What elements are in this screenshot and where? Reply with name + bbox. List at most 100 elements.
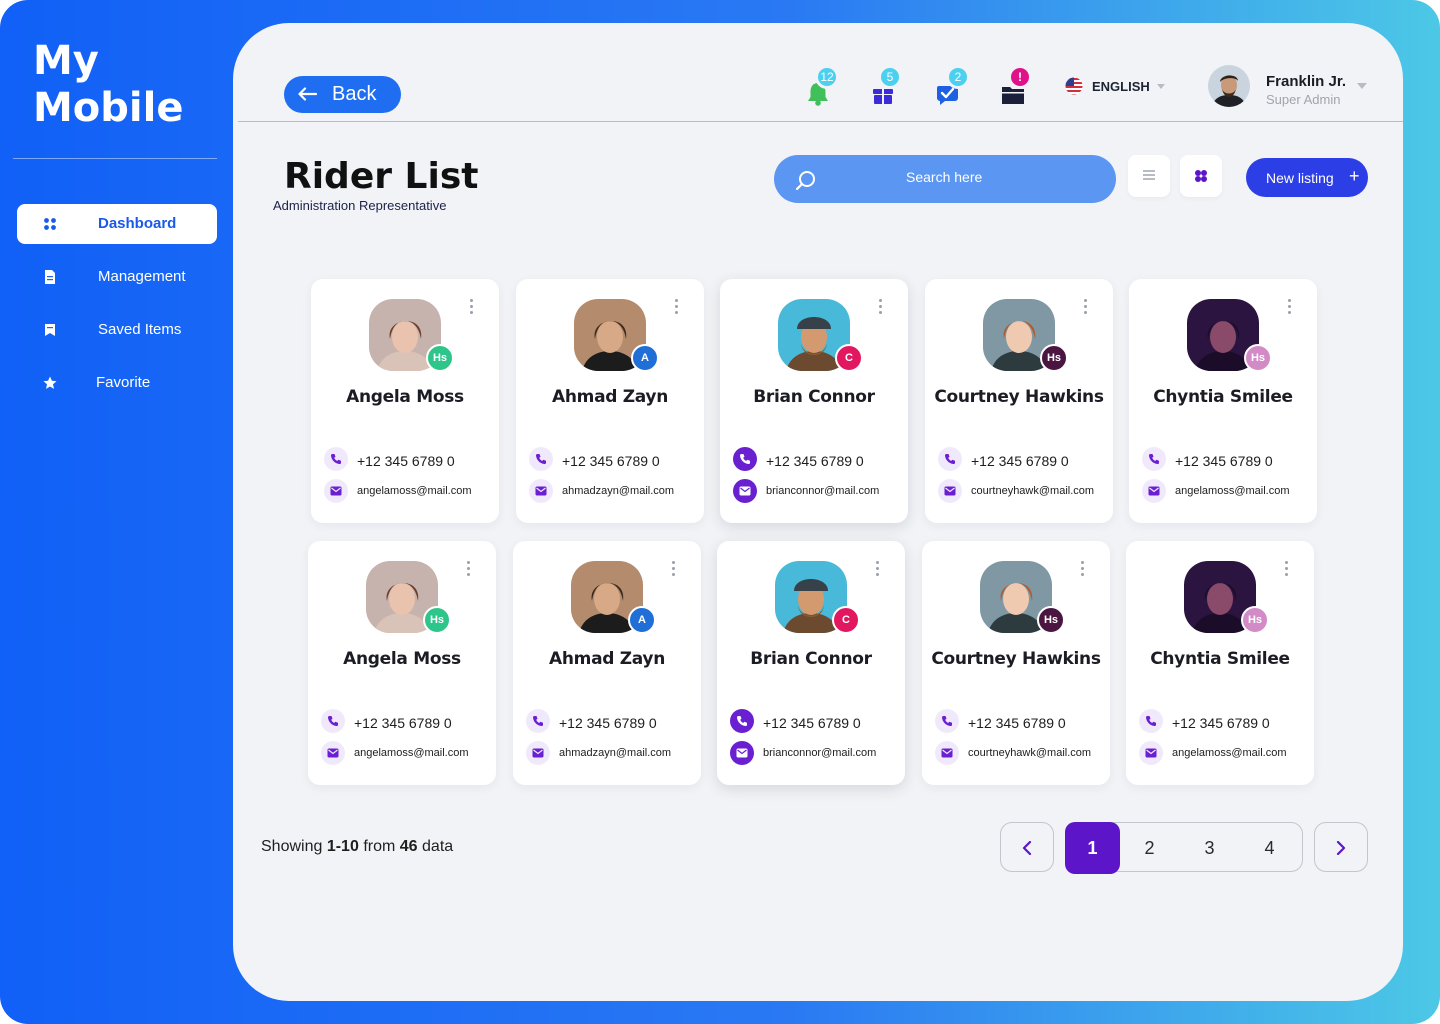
rider-email: ahmadzayn@mail.com [562,485,675,497]
main-panel: Back 12 5 2 ! ENGLISH Franklin Jr. Super… [233,23,1403,1001]
chevron-left-icon [1022,841,1032,855]
rider-email: angelamoss@mail.com [1172,747,1287,759]
page-button-3[interactable]: 3 [1182,823,1237,873]
search-placeholder: Search here [906,169,983,185]
rider-name: Angela Moss [343,649,461,669]
rider-phone: +12 345 6789 0 [559,715,657,731]
more-options-icon[interactable] [466,561,472,577]
list-icon [1143,170,1155,180]
rider-name: Ahmad Zayn [549,649,665,669]
files-button[interactable]: ! [998,65,1032,108]
language-label: ENGLISH [1092,78,1150,94]
phone-icon[interactable] [526,709,550,733]
gifts-button[interactable]: 5 [868,65,902,108]
phone-icon[interactable] [321,709,345,733]
rider-name: Brian Connor [753,387,875,407]
mail-icon[interactable] [526,741,550,765]
more-options-icon[interactable] [1284,561,1290,577]
user-role: Super Admin [1266,92,1341,107]
user-name: Franklin Jr. [1266,73,1347,90]
showing-data-word: data [422,838,454,855]
user-avatar-image [1208,65,1250,107]
rider-card[interactable]: Hs Chyntia Smilee +12 345 6789 0 angelamoss… [1129,279,1317,523]
rider-card[interactable]: Hs Courtney Hawkins +12 345 6789 0 courtney… [925,279,1113,523]
rider-card[interactable]: Hs Angela Moss +12 345 6789 0 angelamoss@ma… [308,541,496,785]
next-page-button[interactable] [1314,822,1368,872]
rider-card[interactable]: A Ahmad Zayn +12 345 6789 0 ahmadzayn@mail.… [513,541,701,785]
rider-tag-badge: C [835,344,863,372]
mail-icon[interactable] [529,479,553,503]
showing-total: 46 [399,838,418,855]
rider-email: courtneyhawk@mail.com [971,485,1095,497]
sidebar-divider [13,158,217,159]
rider-email: angelamoss@mail.com [354,747,469,759]
rider-card[interactable]: Hs Courtney Hawkins +12 345 6789 0 courtney… [922,541,1110,785]
arrow-left-icon [298,87,317,101]
page-button-4[interactable]: 4 [1242,823,1297,873]
new-listing-button[interactable]: New listing + [1246,158,1368,197]
brand-line-2: Mobile [33,85,184,131]
sidebar-item-favorite[interactable]: Favorite [17,363,217,403]
sidebar-item-dashboard[interactable]: Dashboard [17,204,217,244]
mail-icon[interactable] [1139,741,1163,765]
page-button-2[interactable]: 2 [1122,823,1177,873]
back-button[interactable]: Back [284,76,401,113]
phone-icon[interactable] [730,709,754,733]
language-selector[interactable]: ENGLISH [1065,76,1165,96]
rider-card[interactable]: C Brian Connor +12 345 6789 0 brianconnor@m… [720,279,908,523]
rider-name: Courtney Hawkins [931,649,1101,669]
notifications-button[interactable]: 12 [803,65,839,108]
search-input[interactable]: Search here [774,155,1116,203]
showing-prefix: Showing [261,838,323,855]
brand-line-1: My [33,38,99,84]
more-options-icon[interactable] [1287,299,1293,315]
rider-card[interactable]: Hs Chyntia Smilee +12 345 6789 0 angelamoss… [1126,541,1314,785]
rider-tag-badge: Hs [1040,344,1068,372]
mail-icon[interactable] [935,741,959,765]
page-button-1[interactable]: 1 [1065,822,1120,874]
grid-view-button[interactable] [1180,155,1222,197]
prev-page-button[interactable] [1000,822,1054,872]
more-options-icon[interactable] [469,299,475,315]
more-options-icon[interactable] [671,561,677,577]
more-options-icon[interactable] [1083,299,1089,315]
bookmark-icon [45,324,55,336]
phone-icon[interactable] [733,447,757,471]
pagination-pages: 1 2 3 4 [1065,822,1303,874]
rider-email: brianconnor@mail.com [763,747,877,759]
rider-card[interactable]: C Brian Connor +12 345 6789 0 brianconnor@m… [717,541,905,785]
sidebar-item-management[interactable]: Management [17,257,217,297]
phone-icon[interactable] [1142,447,1166,471]
sidebar-item-saved-items[interactable]: Saved Items [17,310,217,350]
phone-icon[interactable] [324,447,348,471]
mail-icon[interactable] [321,741,345,765]
chevron-right-icon [1336,841,1346,855]
phone-icon[interactable] [938,447,962,471]
rider-tag-badge: Hs [426,344,454,372]
mail-icon[interactable] [938,479,962,503]
sidebar-item-label: Saved Items [98,321,182,338]
messages-button[interactable]: 2 [933,65,970,108]
rider-card[interactable]: Hs Angela Moss +12 345 6789 0 angelamoss@ma… [311,279,499,523]
rider-email: ahmadzayn@mail.com [559,747,672,759]
user-avatar[interactable] [1208,65,1250,107]
rider-phone: +12 345 6789 0 [1175,453,1273,469]
rider-name: Chyntia Smilee [1153,387,1293,407]
rider-card[interactable]: A Ahmad Zayn +12 345 6789 0 ahmadzayn@mail.… [516,279,704,523]
mail-icon[interactable] [1142,479,1166,503]
phone-icon[interactable] [935,709,959,733]
mail-icon[interactable] [730,741,754,765]
mail-icon[interactable] [324,479,348,503]
chevron-down-icon[interactable] [1357,83,1367,89]
mail-icon[interactable] [733,479,757,503]
document-icon [45,270,55,284]
phone-icon[interactable] [529,447,553,471]
more-options-icon[interactable] [1080,561,1086,577]
sidebar-item-label: Favorite [96,374,151,391]
more-options-icon[interactable] [875,561,881,577]
phone-icon[interactable] [1139,709,1163,733]
list-view-button[interactable] [1128,155,1170,197]
more-options-icon[interactable] [674,299,680,315]
rider-phone: +12 345 6789 0 [1172,715,1270,731]
more-options-icon[interactable] [878,299,884,315]
